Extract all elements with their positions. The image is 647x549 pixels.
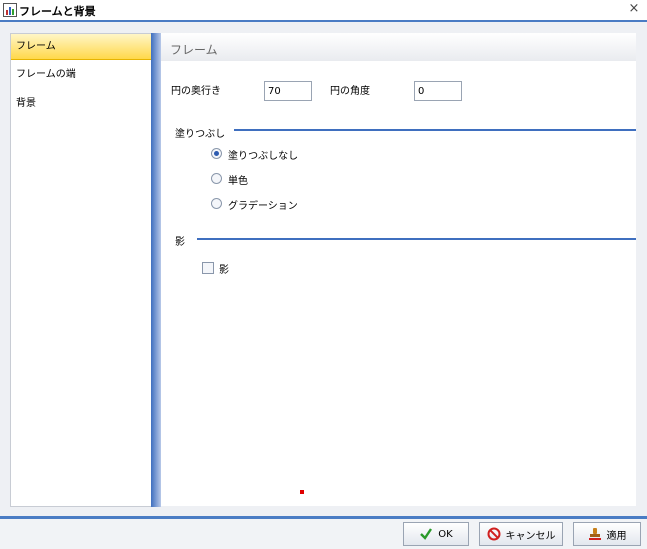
check-icon	[420, 528, 433, 540]
shadow-checkbox[interactable]	[202, 262, 214, 274]
panel-splitter[interactable]	[151, 33, 161, 507]
chart-app-icon	[3, 3, 17, 17]
cancel-icon	[487, 527, 500, 541]
sidebar: フレーム フレームの端 背景	[10, 33, 153, 507]
depth-input[interactable]	[264, 81, 312, 101]
window-title: フレームと背景	[19, 5, 96, 18]
stamp-icon	[588, 528, 601, 540]
page-title: フレーム	[170, 43, 218, 57]
fill-gradient-label: グラデーション	[228, 201, 298, 212]
angle-label: 円の角度	[330, 86, 370, 97]
depth-label: 円の奥行き	[171, 86, 221, 97]
content-header: フレーム	[161, 33, 636, 61]
shadow-section-heading: 影	[175, 237, 185, 248]
title-bar: フレームと背景 ×	[0, 0, 647, 22]
shadow-checkbox-label: 影	[219, 265, 229, 276]
sidebar-item-label: 背景	[16, 98, 36, 109]
cancel-button[interactable]: キャンセル	[479, 522, 563, 546]
sidebar-item-label: フレームの端	[16, 69, 76, 80]
sidebar-item-frame[interactable]: フレーム	[11, 34, 152, 60]
fill-none-radio[interactable]	[211, 148, 222, 159]
fill-none-label: 塗りつぶしなし	[228, 151, 299, 162]
fill-gradient-radio[interactable]	[211, 198, 222, 209]
content-panel: フレーム 円の奥行き 円の角度 塗りつぶし 塗りつぶしなし 単色 グラデーション…	[161, 33, 636, 506]
angle-input[interactable]	[414, 81, 462, 101]
red-marker	[300, 490, 304, 494]
fill-solid-radio[interactable]	[211, 173, 222, 184]
sidebar-item-background[interactable]: 背景	[11, 91, 152, 117]
fill-solid-label: 単色	[228, 176, 248, 187]
dialog-body: フレーム フレームの端 背景 フレーム 円の奥行き 円の角度 塗りつぶし 塗りつ…	[0, 22, 647, 516]
close-icon[interactable]: ×	[627, 2, 641, 16]
sidebar-item-label: フレーム	[16, 41, 56, 52]
ok-button-label: OK	[438, 528, 453, 540]
apply-button-label: 適用	[606, 530, 627, 542]
cancel-button-label: キャンセル	[505, 530, 556, 542]
dialog-footer: OK キャンセル 適用	[0, 516, 647, 549]
section-divider	[234, 129, 636, 131]
sidebar-item-frame-edge[interactable]: フレームの端	[11, 62, 152, 88]
ok-button[interactable]: OK	[403, 522, 469, 546]
apply-button[interactable]: 適用	[573, 522, 641, 546]
section-divider	[197, 238, 636, 240]
fill-section-heading: 塗りつぶし	[175, 129, 226, 140]
